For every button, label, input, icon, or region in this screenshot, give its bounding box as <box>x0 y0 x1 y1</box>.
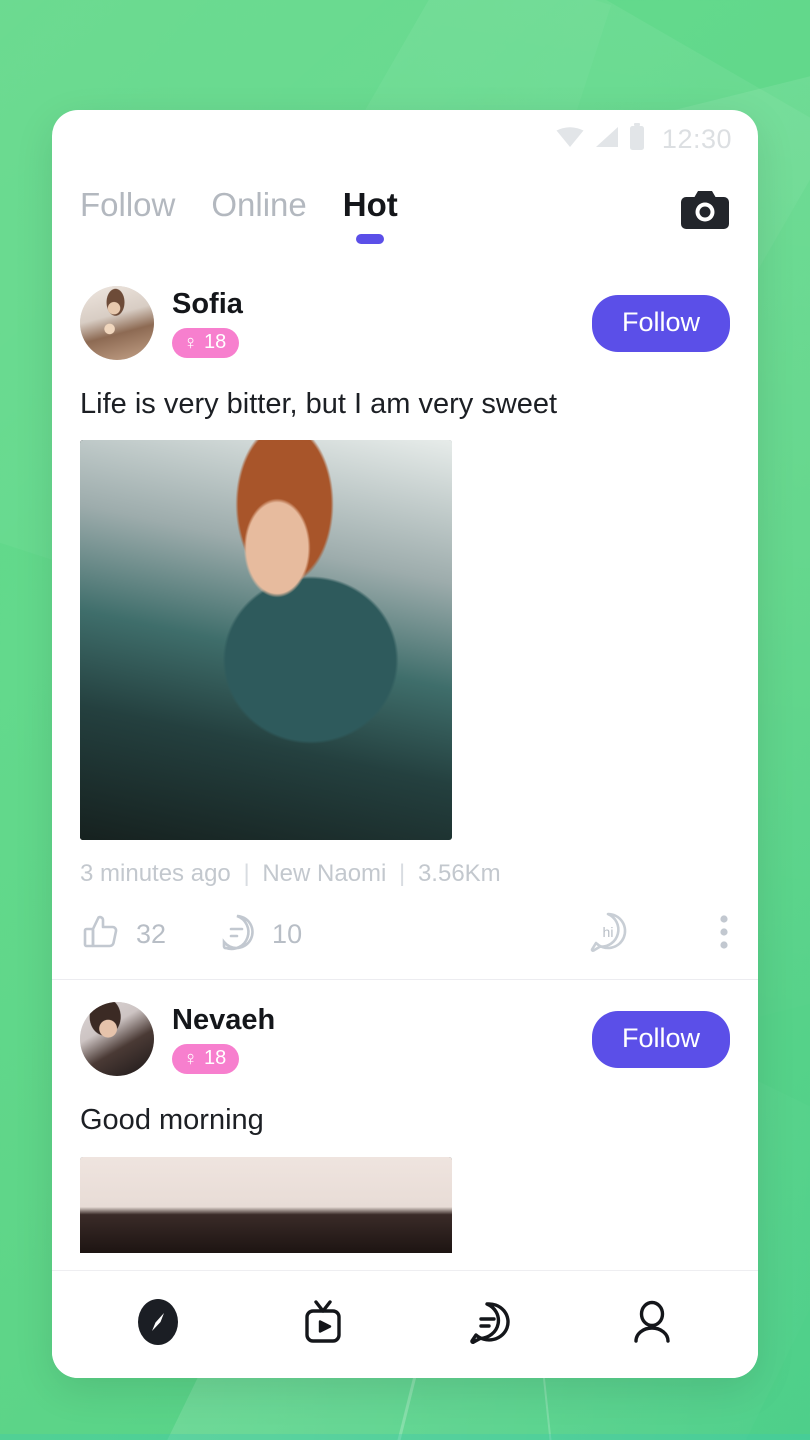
wifi-icon <box>555 125 585 154</box>
post-location: New Naomi <box>262 860 387 888</box>
phone-screen: 12:30 Follow Online Hot Sofia ♀ 18 Follo… <box>52 110 758 1378</box>
post-photo <box>80 440 452 841</box>
post-header: Nevaeh ♀ 18 Follow <box>80 994 730 1077</box>
post-distance: 3.56Km <box>417 860 501 888</box>
post-text: Life is very bitter, but I am very sweet <box>80 388 558 420</box>
more-vertical-icon <box>718 912 730 957</box>
post-image[interactable] <box>80 1156 452 1253</box>
like-count: 32 <box>136 919 167 950</box>
tab-hot-label: Hot <box>342 186 398 223</box>
meta-separator-1: | <box>243 860 250 888</box>
post-time: 3 minutes ago <box>80 860 231 888</box>
badge-age: 18 <box>204 1047 227 1070</box>
thumbs-up-icon <box>80 911 122 958</box>
tab-follow[interactable]: Follow <box>80 186 175 230</box>
tv-video-icon <box>296 1295 350 1354</box>
follow-button[interactable]: Follow <box>591 1010 730 1068</box>
post-item: Sofia ♀ 18 Follow Life is very bitter, b… <box>52 264 758 959</box>
tab-list: Follow Online Hot <box>80 186 398 244</box>
gender-age-badge: ♀ 18 <box>172 328 240 358</box>
post-author-block: Sofia ♀ 18 <box>172 288 243 358</box>
bg-bottom-strip <box>0 1434 810 1440</box>
gender-age-badge: ♀ 18 <box>172 1044 240 1075</box>
post-header: Sofia ♀ 18 Follow <box>80 278 730 360</box>
status-time: 12:30 <box>661 123 732 154</box>
female-symbol-icon: ♀ <box>183 331 198 354</box>
hi-bubble-icon: hi <box>586 910 630 959</box>
chat-bubble-icon <box>460 1295 514 1354</box>
status-bar: 12:30 <box>52 110 758 168</box>
person-icon <box>625 1295 679 1354</box>
post-username: Sofia <box>172 288 243 320</box>
post-meta: 3 minutes ago | New Naomi | 3.56Km <box>80 860 730 888</box>
nav-item-messages[interactable] <box>460 1295 514 1354</box>
nav-item-discover[interactable] <box>131 1295 185 1354</box>
tab-online[interactable]: Online <box>211 186 306 230</box>
tab-bar: Follow Online Hot <box>52 168 758 264</box>
badge-age: 18 <box>204 331 227 353</box>
camera-icon[interactable] <box>680 186 730 235</box>
avatar[interactable] <box>80 286 154 360</box>
nav-item-video[interactable] <box>296 1295 350 1354</box>
avatar[interactable] <box>80 1002 154 1077</box>
post-photo <box>80 1156 452 1253</box>
bottom-nav <box>52 1270 758 1378</box>
tab-active-indicator <box>356 234 385 244</box>
meta-separator-2: | <box>399 860 406 888</box>
post-actions: 32 10 hi <box>80 910 730 959</box>
tab-hot[interactable]: Hot <box>342 186 398 244</box>
nav-item-profile[interactable] <box>625 1295 679 1354</box>
comment-count: 10 <box>272 919 303 950</box>
post-text: Good morning <box>80 1104 264 1137</box>
post-image[interactable] <box>80 440 452 841</box>
avatar-photo <box>80 1002 154 1077</box>
compass-icon <box>131 1295 185 1354</box>
female-symbol-icon: ♀ <box>183 1047 198 1070</box>
post-item: Nevaeh ♀ 18 Follow Good morning <box>52 980 758 1253</box>
avatar-photo <box>80 286 154 360</box>
feed-list[interactable]: Sofia ♀ 18 Follow Life is very bitter, b… <box>52 264 758 1270</box>
like-action[interactable]: 32 <box>80 911 166 958</box>
post-username: Nevaeh <box>172 1004 276 1037</box>
follow-button[interactable]: Follow <box>591 294 730 352</box>
greet-action[interactable]: hi <box>586 910 630 959</box>
post-author-block: Nevaeh ♀ 18 <box>172 1004 276 1075</box>
hi-bubble-label: hi <box>603 924 614 940</box>
comment-action[interactable]: 10 <box>216 911 302 958</box>
more-options-button[interactable] <box>718 912 730 957</box>
comment-bubble-icon <box>216 911 258 958</box>
signal-icon <box>594 125 620 154</box>
post-actions-right: hi <box>586 910 730 959</box>
battery-icon <box>629 122 645 156</box>
